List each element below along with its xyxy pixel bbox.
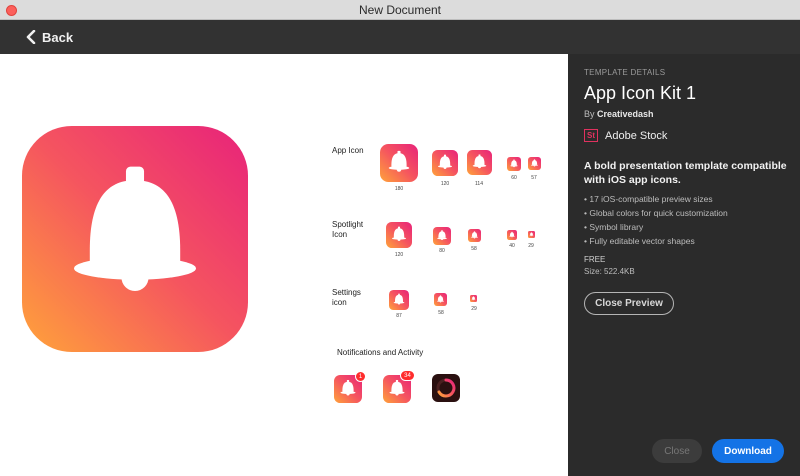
notification-badge: 34 xyxy=(400,370,415,381)
bell-icon-120 xyxy=(432,150,458,176)
stock-name: Adobe Stock xyxy=(605,129,668,142)
title-bar: New Document xyxy=(0,0,800,20)
bell-app-icon-large xyxy=(22,126,248,352)
bell-icon-spotlight-120 xyxy=(386,222,412,248)
adobe-stock-icon: St xyxy=(584,129,598,142)
template-details-panel: TEMPLATE DETAILS App Icon Kit 1 By Creat… xyxy=(568,54,800,476)
adobe-stock-row: St Adobe Stock xyxy=(584,129,667,142)
bell-icon-spotlight-80 xyxy=(433,227,451,245)
feature-list: • 17 iOS-compatible preview sizes • Glob… xyxy=(584,192,728,248)
section-label-settings-icon: Settings icon xyxy=(332,288,361,307)
author-line: By Creativedash xyxy=(584,109,654,119)
download-button[interactable]: Download xyxy=(712,439,784,463)
bell-icon-spotlight-58 xyxy=(468,229,481,242)
size-label: Size: 522.4KB xyxy=(584,267,635,276)
back-label: Back xyxy=(42,29,74,45)
bell-icon-spotlight-40 xyxy=(507,230,517,240)
bell-icon-settings-58 xyxy=(434,293,447,306)
bell-icon-180 xyxy=(380,144,418,182)
size-label: 114 xyxy=(475,181,483,187)
size-label: 29 xyxy=(471,306,477,312)
author-name[interactable]: Creativedash xyxy=(597,109,654,119)
window-title: New Document xyxy=(358,3,442,17)
size-label: 58 xyxy=(471,246,477,252)
section-label-app-icon: App Icon xyxy=(332,146,364,155)
size-label: 57 xyxy=(531,175,537,181)
size-label: 120 xyxy=(440,181,450,187)
activity-ring-icon xyxy=(432,374,460,402)
bell-icon-settings-87 xyxy=(389,290,409,310)
template-description: A bold presentation template compatible … xyxy=(584,160,787,186)
size-label: 120 xyxy=(394,252,404,258)
size-label: 58 xyxy=(438,310,444,316)
price-label: FREE xyxy=(584,255,606,264)
bell-icon-settings-29 xyxy=(470,295,477,302)
bell-icon-114 xyxy=(467,150,492,175)
feature-item: • 17 iOS-compatible preview sizes xyxy=(584,194,713,204)
section-label-spotlight-icon: Spotlight Icon xyxy=(332,220,364,239)
feature-item: • Global colors for quick customization xyxy=(584,208,728,218)
size-label: 29 xyxy=(528,243,534,249)
feature-item: • Symbol library xyxy=(584,222,644,232)
bell-icon-57 xyxy=(528,157,541,170)
template-preview: App Icon 180 120 114 60 57 Spotlight Ico… xyxy=(0,54,568,476)
by-prefix: By xyxy=(584,109,595,119)
notification-badge: 1 xyxy=(355,371,366,382)
size-label: 180 xyxy=(394,186,404,192)
size-label: 87 xyxy=(396,313,402,319)
close-button[interactable]: Close xyxy=(652,439,702,463)
back-button[interactable]: Back xyxy=(26,25,73,49)
feature-item: • Fully editable vector shapes xyxy=(584,236,695,246)
section-label-notifications: Notifications and Activity xyxy=(337,348,424,357)
template-title: App Icon Kit 1 xyxy=(584,83,697,103)
close-preview-button[interactable]: Close Preview xyxy=(584,292,674,315)
size-label: 80 xyxy=(439,248,445,254)
new-document-window: New Document Back App Icon 180 120 114 6… xyxy=(0,0,800,476)
chevron-left-icon xyxy=(26,30,36,44)
bell-icon-spotlight-29 xyxy=(528,231,535,238)
section-label: TEMPLATE DETAILS xyxy=(584,68,666,77)
bell-icon-60 xyxy=(507,157,521,171)
toolbar: Back xyxy=(0,20,800,54)
